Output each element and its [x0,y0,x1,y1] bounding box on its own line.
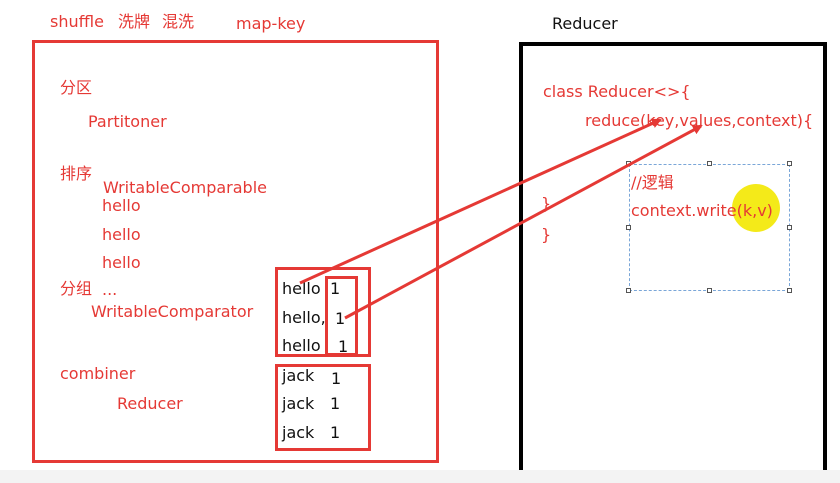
arrows-layer [299,118,703,320]
arrow-values-to-reduce [344,124,703,320]
bottom-strip [0,470,840,483]
arrow-key-to-reduce [299,118,662,285]
